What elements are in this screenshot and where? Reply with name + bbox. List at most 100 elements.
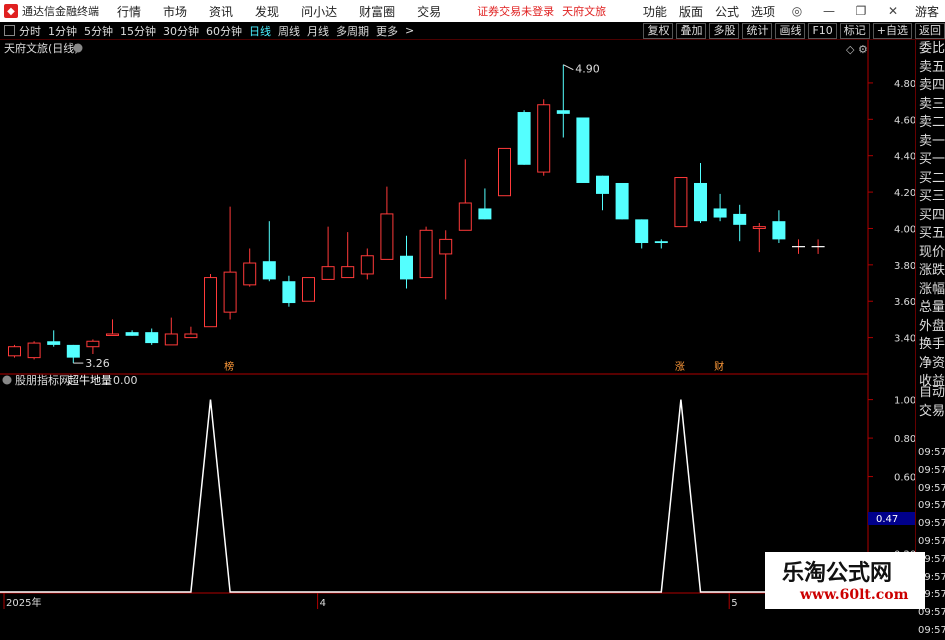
quote-field-label: 卖二 <box>919 115 945 130</box>
period-30min[interactable]: 30分钟 <box>163 23 199 39</box>
period-daily[interactable]: 日线 <box>249 23 271 39</box>
candle <box>145 328 159 345</box>
quote-field-label: 卖五 <box>919 59 945 75</box>
y-tick-label: 4.80 <box>894 79 915 90</box>
kline-chart[interactable]: 天府文旅(日线) ◇ ⚙ 4.90 3.26 榜 涨 财 股朋指标网 超牛地量 0.… <box>0 40 868 609</box>
period-monthly[interactable]: 月线 <box>307 23 329 39</box>
diamond-icon[interactable]: ◇ <box>846 43 855 56</box>
btn-stats[interactable]: 统计 <box>742 22 773 39</box>
high-marker-line <box>563 64 574 71</box>
period-1min[interactable]: 1分钟 <box>48 23 77 39</box>
btn-overlay[interactable]: 叠加 <box>676 22 707 39</box>
btn-multi-stock[interactable]: 多股 <box>709 22 740 39</box>
period-15min[interactable]: 15分钟 <box>120 23 156 39</box>
candle-body <box>772 221 786 240</box>
menu-market[interactable]: 行情 <box>117 3 141 20</box>
candle-body <box>321 266 335 280</box>
candle <box>654 239 668 249</box>
btn-add-watchlist[interactable]: +自选 <box>872 22 912 39</box>
y-tick-label: 4.20 <box>894 188 915 199</box>
candle <box>576 117 590 183</box>
indicator-options-icon[interactable] <box>2 375 12 385</box>
quote-field-label: 涨幅 <box>919 281 945 297</box>
menu-layout[interactable]: 版面 <box>679 3 703 20</box>
candle-body <box>204 277 217 328</box>
candle-body <box>635 219 649 244</box>
app-logo-icon: ◆ <box>4 4 18 18</box>
candle <box>66 344 80 364</box>
menu-news[interactable]: 资讯 <box>209 3 233 20</box>
chevron-right-icon[interactable]: > <box>405 24 414 37</box>
x-axis-label: 2025年 <box>6 596 41 609</box>
candle-body <box>360 255 374 275</box>
candle <box>498 147 511 197</box>
menu-options[interactable]: 选项 <box>751 3 775 20</box>
quote-field-label: 换手 <box>919 337 945 352</box>
menu-trade[interactable]: 交易 <box>417 3 441 20</box>
menu-market-center[interactable]: 市场 <box>163 3 187 20</box>
quote-field-label: 净资 <box>919 355 945 371</box>
quote-field-label: 卖四 <box>919 78 945 93</box>
menu-discover[interactable]: 发现 <box>255 3 279 20</box>
candle <box>184 326 198 339</box>
event-marker[interactable]: 涨 <box>675 361 685 373</box>
candle <box>733 204 747 242</box>
candle <box>302 277 315 302</box>
quote-field-label: 总量 <box>919 300 945 315</box>
candle <box>360 248 374 280</box>
candle-body <box>380 213 394 260</box>
chart-options-icon[interactable] <box>73 43 83 53</box>
tick-time: 09:57 <box>918 447 945 458</box>
btn-back[interactable]: 返回 <box>915 22 945 39</box>
candle-body <box>674 177 688 228</box>
close-icon[interactable]: ✕ <box>883 4 903 18</box>
period-more[interactable]: 更多 <box>376 23 398 39</box>
ind-y-tick-label: 1.00 <box>894 396 915 407</box>
period-60min[interactable]: 60分钟 <box>206 23 242 39</box>
menu-ask[interactable]: 问小达 <box>301 3 337 20</box>
settings-gear-icon[interactable]: ⚙ <box>858 43 868 56</box>
event-marker[interactable]: 财 <box>714 360 724 373</box>
skin-icon[interactable]: ◎ <box>787 4 807 18</box>
candle-body <box>517 112 531 165</box>
menu-function[interactable]: 功能 <box>643 3 667 20</box>
period-5min[interactable]: 5分钟 <box>84 23 113 39</box>
guest-label[interactable]: 游客 <box>915 3 939 20</box>
indicator-series-name: 超牛地量 <box>68 373 112 387</box>
btn-draw[interactable]: 画线 <box>775 22 806 39</box>
candle-body <box>106 333 119 336</box>
y-tick-label: 3.80 <box>894 261 915 272</box>
tick-time: 09:57 <box>918 500 945 512</box>
tick-time: 09:57 <box>918 482 945 494</box>
candle-body <box>66 344 80 358</box>
candle-body <box>282 281 296 304</box>
tick-time: 09:57 <box>918 518 945 530</box>
toolbar-checkbox[interactable] <box>4 25 15 36</box>
event-marker[interactable]: 榜 <box>224 360 234 373</box>
chart-title: 天府文旅(日线) <box>4 41 79 55</box>
trade-section-label[interactable]: 交易 <box>916 403 945 422</box>
btn-f10[interactable]: F10 <box>808 22 837 39</box>
quote-field-label: 卖一 <box>919 133 945 149</box>
current-stock-name: 天府文旅 <box>562 5 607 18</box>
tick-time: 09:57 <box>918 464 945 476</box>
candle <box>282 275 296 307</box>
period-weekly[interactable]: 周线 <box>278 23 300 39</box>
trade-section-label[interactable]: 自动 <box>916 384 945 403</box>
btn-mark[interactable]: 标记 <box>839 22 870 39</box>
candle-body <box>341 266 355 279</box>
period-multi[interactable]: 多周期 <box>336 23 369 39</box>
btn-adjust[interactable]: 复权 <box>643 22 674 39</box>
login-notice[interactable]: 证券交易未登录 <box>477 3 554 19</box>
indicator-name: 股朋指标网 <box>15 373 70 387</box>
menu-wealth[interactable]: 财富圈 <box>359 3 395 20</box>
menu-formula[interactable]: 公式 <box>715 3 739 20</box>
maximize-icon[interactable]: ❐ <box>851 4 871 18</box>
candle <box>517 110 531 165</box>
low-price-label: 3.26 <box>85 357 110 370</box>
candle <box>439 230 453 300</box>
period-intraday[interactable]: 分时 <box>19 23 41 39</box>
minimize-icon[interactable]: — <box>819 4 839 18</box>
current-value-label: 0.47 <box>876 514 898 525</box>
candle-body <box>302 277 315 302</box>
